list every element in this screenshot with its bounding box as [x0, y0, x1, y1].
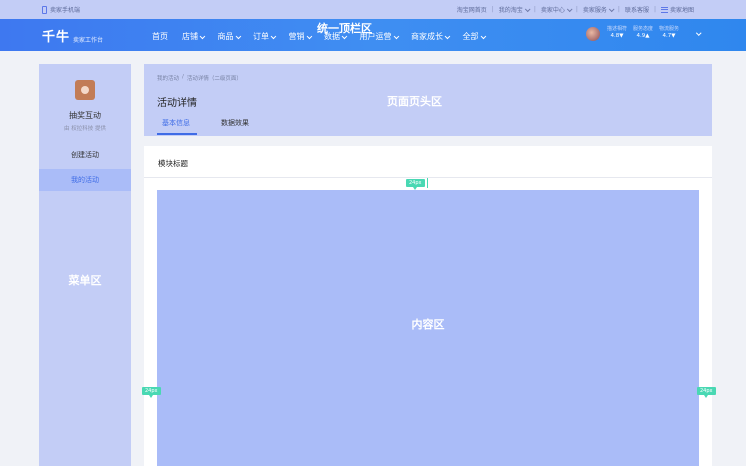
active-tab-indicator: [157, 133, 197, 135]
nav-item-all[interactable]: 全部: [463, 31, 486, 42]
tab-data-effect[interactable]: 数据效果: [221, 118, 249, 128]
card-title: 模块标题: [158, 159, 188, 168]
spacing-marker-right: 24px: [697, 387, 716, 398]
nav-item-products[interactable]: 商品: [218, 31, 241, 42]
chevron-down-icon: [199, 33, 205, 39]
seller-mobile-label: 卖家手机端: [50, 7, 81, 14]
content-area: 内容区: [157, 190, 699, 466]
util-link-contact-support[interactable]: 联系客服: [625, 5, 649, 14]
nav-item-shop[interactable]: 店铺: [182, 31, 205, 42]
header-region-label: 页面页头区: [387, 95, 442, 108]
score-logistics: 物流服务 4.7▼: [659, 26, 680, 39]
util-link-my-taobao[interactable]: 我的淘宝: [499, 5, 531, 14]
chevron-down-icon: [306, 33, 312, 39]
top-navbar: 千牛 卖家工作台 首页 店铺 商品 订单 营销 数据 用户运营 商家成长 全部 …: [0, 19, 746, 51]
page-title: 活动详情: [157, 98, 197, 109]
chevron-down-icon: [270, 33, 276, 39]
avatar[interactable]: [586, 27, 600, 41]
nav-item-home[interactable]: 首页: [152, 31, 168, 42]
chevron-down-icon: [608, 5, 615, 12]
content-card: 模块标题 24px 内容区: [144, 146, 712, 466]
logo-subtitle: 卖家工作台: [73, 37, 104, 44]
breadcrumb: 我的活动 / 活动详情（二级页面）: [157, 74, 242, 82]
app-logo: [75, 80, 95, 100]
chevron-down-icon[interactable]: [696, 30, 702, 36]
breadcrumb-item-current: 活动详情（二级页面）: [186, 76, 242, 82]
nav-item-orders[interactable]: 订单: [253, 31, 276, 42]
tab-basic-info[interactable]: 基本信息: [162, 118, 190, 128]
spacing-marker-left: 24px: [142, 387, 161, 398]
shop-scores[interactable]: 描述相符 4.8▼ 服务态度 4.9▲ 物流服务 4.7▼: [607, 26, 679, 40]
seller-mobile-link[interactable]: 卖家手机端: [42, 5, 80, 14]
score-service: 服务态度 4.9▲: [633, 26, 654, 39]
chevron-down-icon: [393, 33, 399, 39]
util-link-seller-center[interactable]: 卖家中心: [541, 5, 573, 14]
sidebar-menu: 抽奖互动 由 权拉科技 提供 创建活动 我的活动 菜单区: [39, 64, 131, 466]
card-divider: [144, 177, 712, 178]
score-description: 描述相符 4.8▼: [607, 26, 628, 39]
util-link-taobao-home[interactable]: 淘宝网首页: [457, 5, 487, 14]
nav-item-marketing[interactable]: 营销: [289, 31, 312, 42]
chevron-down-icon: [524, 5, 531, 12]
phone-icon: [42, 5, 47, 14]
sidebar-item-create-activity[interactable]: 创建活动: [39, 144, 131, 166]
spacing-tick: [427, 178, 428, 188]
chevron-down-icon: [444, 33, 450, 39]
chevron-down-icon: [480, 33, 486, 39]
top-bar-region-label: 统一顶栏区: [317, 22, 372, 35]
spacing-marker-top: 24px: [406, 179, 425, 190]
utility-links: 淘宝网首页 | 我的淘宝 | 卖家中心 | 卖家服务 | 联系客服 | 卖家地图: [456, 5, 694, 14]
content-region-label: 内容区: [411, 318, 445, 331]
util-link-seller-map[interactable]: 卖家地图: [660, 5, 694, 14]
qianniu-logo[interactable]: 千牛: [42, 26, 70, 45]
page-header: 我的活动 / 活动详情（二级页面） 活动详情 页面页头区 基本信息 数据效果: [144, 64, 712, 136]
chevron-down-icon: [235, 33, 241, 39]
breadcrumb-item-my-activities[interactable]: 我的活动: [157, 74, 179, 82]
app-provider: 由 权拉科技 提供: [64, 126, 106, 132]
chevron-down-icon: [566, 5, 573, 12]
util-link-seller-service[interactable]: 卖家服务: [583, 5, 615, 14]
nav-item-merchant-growth[interactable]: 商家成长: [411, 31, 450, 42]
menu-region-label: 菜单区: [68, 274, 102, 287]
sidebar-item-my-activities[interactable]: 我的活动: [39, 169, 131, 191]
list-icon: [660, 6, 668, 13]
app-name: 抽奖互动: [69, 111, 101, 120]
utility-bar: 卖家手机端 淘宝网首页 | 我的淘宝 | 卖家中心 | 卖家服务 | 联系客服 …: [0, 0, 746, 19]
